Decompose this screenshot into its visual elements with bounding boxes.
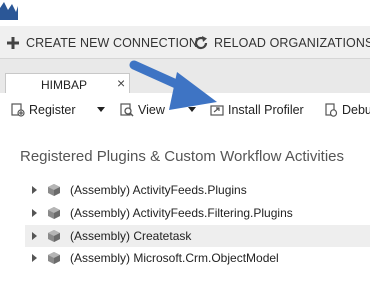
install-profiler-label: Install Profiler [228,103,304,117]
tree-item-label: (Assembly) Createtask [70,229,192,243]
register-dropdown-icon[interactable] [97,107,105,112]
expand-arrow-icon[interactable] [32,232,37,240]
view-label: View [138,103,165,117]
tree-item-assembly[interactable]: (Assembly) ActivityFeeds.Plugins [25,179,370,201]
tree-item-assembly[interactable]: (Assembly) ActivityFeeds.Filtering.Plugi… [25,202,370,224]
install-profiler-icon [210,105,224,116]
tab-strip: HIMBAP × [0,59,370,94]
plus-icon [7,37,19,49]
create-new-connection-label: CREATE NEW CONNECTION [26,36,199,50]
assembly-cube-icon [48,207,60,219]
tree-item-label: (Assembly) ActivityFeeds.Filtering.Plugi… [70,206,293,220]
tree-item-label: (Assembly) Microsoft.Crm.ObjectModel [70,251,279,265]
command-bar: CREATE NEW CONNECTION RELOAD ORGANIZATIO… [0,26,370,59]
expand-arrow-icon[interactable] [32,254,37,262]
debug-icon [325,103,338,117]
view-dropdown-icon[interactable] [188,107,196,112]
tab-himbap[interactable]: HIMBAP × [5,73,130,94]
expand-arrow-icon[interactable] [32,186,37,194]
register-button[interactable]: Register [11,101,76,119]
plugin-toolbar: Register View Install Profiler Debu [0,93,370,127]
install-profiler-button[interactable]: Install Profiler [210,101,304,119]
tab-label: HIMBAP [41,78,88,92]
expand-arrow-icon[interactable] [32,209,37,217]
page-title: Registered Plugins & Custom Workflow Act… [20,148,345,165]
close-icon[interactable]: × [117,75,125,91]
register-label: Register [29,103,76,117]
reload-organizations-button[interactable]: RELOAD ORGANIZATIONS [193,33,370,53]
assembly-cube-icon [48,230,60,242]
tree-item-label: (Assembly) ActivityFeeds.Plugins [70,183,247,197]
reload-organizations-label: RELOAD ORGANIZATIONS [214,36,370,50]
dynamics-logo-icon [0,2,18,20]
register-icon [11,103,25,117]
assembly-cube-icon [48,184,60,196]
debug-label: Debu [342,103,370,117]
magnifier-icon [120,103,134,117]
app-header [0,0,370,26]
assembly-cube-icon [48,252,60,264]
view-button[interactable]: View [120,101,165,119]
create-new-connection-button[interactable]: CREATE NEW CONNECTION [5,33,198,53]
debug-button[interactable]: Debu [324,101,370,119]
refresh-icon [194,36,208,50]
tree-item-assembly-selected[interactable]: (Assembly) Createtask [25,225,370,247]
tree-item-assembly[interactable]: (Assembly) Microsoft.Crm.ObjectModel [25,247,370,269]
